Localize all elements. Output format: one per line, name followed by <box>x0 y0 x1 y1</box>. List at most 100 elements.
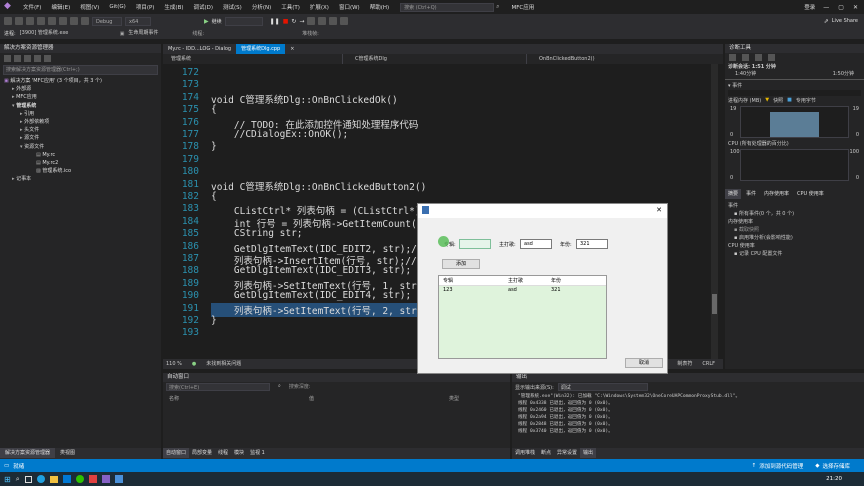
tab-watch[interactable]: 监视 1 <box>247 448 268 458</box>
code-line[interactable]: } <box>211 141 217 152</box>
code-line[interactable]: void C管理系统Dlg::OnBnClickedButton2() <box>211 179 426 193</box>
take-snapshot[interactable]: ▪ 截取快照 <box>728 226 861 234</box>
nav-method[interactable]: OnBnClickedButton2() <box>531 54 595 64</box>
menu-tools[interactable]: 工具(T) <box>276 3 305 11</box>
restart-icon[interactable]: ↻ <box>291 18 296 25</box>
open-icon[interactable] <box>37 17 45 25</box>
heap-profiling[interactable]: ▪ 启用堆分析(会影响性能) <box>728 234 861 242</box>
tree-headers[interactable]: ▸ 头文件 <box>4 126 161 134</box>
tree-ico[interactable]: ▨ 管理系统.ico <box>4 167 161 175</box>
tab-output[interactable]: 输出 <box>580 448 597 458</box>
tree-mgmt[interactable]: ▾ 管理系统 <box>4 102 161 110</box>
app2-icon[interactable] <box>114 475 123 483</box>
new-icon[interactable] <box>26 17 34 25</box>
select-repo[interactable]: 选择存储库 <box>822 462 850 470</box>
search-box[interactable]: 搜索 (Ctrl+Q) <box>400 2 495 12</box>
process-select[interactable]: [3900] 管理系统.exe <box>20 30 116 38</box>
tree-sources[interactable]: ▸ 源文件 <box>4 134 161 142</box>
menu-window[interactable]: 窗口(W) <box>334 3 365 11</box>
menu-project[interactable]: 项目(P) <box>131 3 160 11</box>
tool-icon[interactable] <box>340 17 349 25</box>
edge-icon[interactable] <box>36 475 45 483</box>
add-button[interactable]: 添加 <box>442 259 480 269</box>
tree-my-rc[interactable]: ▤ My.rc <box>4 151 161 159</box>
step-into-icon[interactable] <box>307 17 316 25</box>
save-all-icon[interactable] <box>59 17 67 25</box>
nav-class[interactable]: C管理系统Dlg <box>347 54 527 64</box>
tab-breakpoints[interactable]: 断点 <box>538 448 554 458</box>
folder-icon[interactable] <box>49 475 58 483</box>
vs-task-icon[interactable] <box>101 475 110 483</box>
tab-memory[interactable]: 内存使用率 <box>761 189 792 199</box>
live-share-icon[interactable]: ⇗ <box>824 18 829 25</box>
zoom-out-icon[interactable] <box>768 54 775 61</box>
save-icon[interactable] <box>48 17 56 25</box>
cancel-button[interactable]: 取消 <box>625 358 663 368</box>
code-line[interactable]: { <box>211 191 217 202</box>
code-line[interactable]: { <box>211 104 217 115</box>
pause-icon[interactable]: ❚❚ <box>270 18 280 25</box>
code-line[interactable]: GetDlgItemText(IDC_EDIT3, str); <box>211 265 411 276</box>
col-song[interactable]: 主打歌 <box>508 276 551 285</box>
thread-select[interactable] <box>208 30 298 38</box>
step-icon[interactable]: → <box>299 18 304 25</box>
nav-project[interactable]: 管理系统 <box>163 54 343 64</box>
code-line[interactable]: //CDialogEx::OnOK(); <box>211 129 348 140</box>
song-input[interactable]: asd <box>520 239 552 249</box>
menu-git[interactable]: Git(G) <box>104 4 131 10</box>
issues-text[interactable]: 未找到相关问题 <box>206 359 241 369</box>
tab-threads[interactable]: 线程 <box>215 448 231 458</box>
maximize-icon[interactable]: ▢ <box>838 4 844 11</box>
stop-icon[interactable]: ■ <box>283 18 289 25</box>
taskview-icon[interactable] <box>24 475 32 483</box>
tree-mfc-app[interactable]: ▸ MFC应用 <box>4 93 161 101</box>
tab-class-view[interactable]: 类视图 <box>55 448 80 458</box>
tab-modules[interactable]: 模块 <box>231 448 247 458</box>
tab-exceptions[interactable]: 异常设置 <box>554 448 580 458</box>
menu-debug[interactable]: 调试(D) <box>189 3 219 11</box>
col-album[interactable]: 专辑 <box>439 276 508 285</box>
code-line[interactable]: 列表句柄->SetItemText(行号, 2, str <box>211 302 417 317</box>
config-select[interactable]: Debug <box>92 16 122 26</box>
menu-edit[interactable]: 编辑(E) <box>46 3 75 11</box>
menu-build[interactable]: 生成(B) <box>159 3 188 11</box>
settings-icon[interactable] <box>44 55 51 62</box>
tab-my-rc[interactable]: My.rc - IDD...LOG - Dialog <box>163 44 236 54</box>
menu-analyze[interactable]: 分析(N) <box>247 3 276 11</box>
add-source-control[interactable]: 添加到源代码管理 <box>759 462 803 470</box>
back-icon[interactable] <box>4 17 12 25</box>
search-depth[interactable]: 搜索深度: <box>289 383 311 391</box>
code-line[interactable]: CString str; <box>211 228 303 239</box>
home-icon[interactable] <box>4 55 11 62</box>
tree-refs[interactable]: ▸ 引用 <box>4 110 161 118</box>
tab-dlg-cpp[interactable]: 管理系统Dlg.cpp <box>236 44 286 54</box>
list-row[interactable]: 123 asd 321 <box>439 286 606 295</box>
platform-select[interactable]: x64 <box>125 16 151 26</box>
code-line[interactable]: GetDlgItemText(IDC_EDIT4, str); <box>211 290 411 301</box>
sync-icon[interactable] <box>14 55 21 62</box>
code-line[interactable]: } <box>211 315 217 326</box>
minimize-icon[interactable]: — <box>823 4 829 11</box>
dialog-close-icon[interactable]: ✕ <box>656 206 662 214</box>
login-link[interactable]: 登录 <box>804 3 815 11</box>
tab-cpu[interactable]: CPU 使用率 <box>794 189 827 199</box>
store-icon[interactable] <box>62 475 71 483</box>
zoom-level[interactable]: 110 % <box>166 359 182 369</box>
stack-select[interactable] <box>323 30 363 38</box>
tab-locals[interactable]: 局部变量 <box>189 448 215 458</box>
tree-my-rc2[interactable]: ▤ My.rc2 <box>4 159 161 167</box>
col-year[interactable]: 年份 <box>551 276 561 285</box>
scroll-thumb[interactable] <box>712 294 717 314</box>
forward-icon[interactable] <box>15 17 23 25</box>
solution-search-input[interactable]: 搜索解决方案资源管理器(Ctrl+;) <box>3 65 158 75</box>
autos-search[interactable]: 搜索(Ctrl+E) <box>166 383 270 391</box>
code-line[interactable]: void C管理系统Dlg::OnBnClickedOk() <box>211 92 398 106</box>
output-text[interactable]: "管理系统.exe"(Win32): 已加载 "C:\Windows\Syste… <box>512 392 864 436</box>
line-ending[interactable]: CRLF <box>702 359 715 369</box>
refresh-icon[interactable] <box>24 55 31 62</box>
output-source-select[interactable]: 调试 <box>557 383 648 391</box>
menu-test[interactable]: 测试(S) <box>218 3 247 11</box>
album-input[interactable] <box>459 239 491 249</box>
tab-summary[interactable]: 摘要 <box>725 189 742 199</box>
step-over-icon[interactable] <box>318 17 327 25</box>
